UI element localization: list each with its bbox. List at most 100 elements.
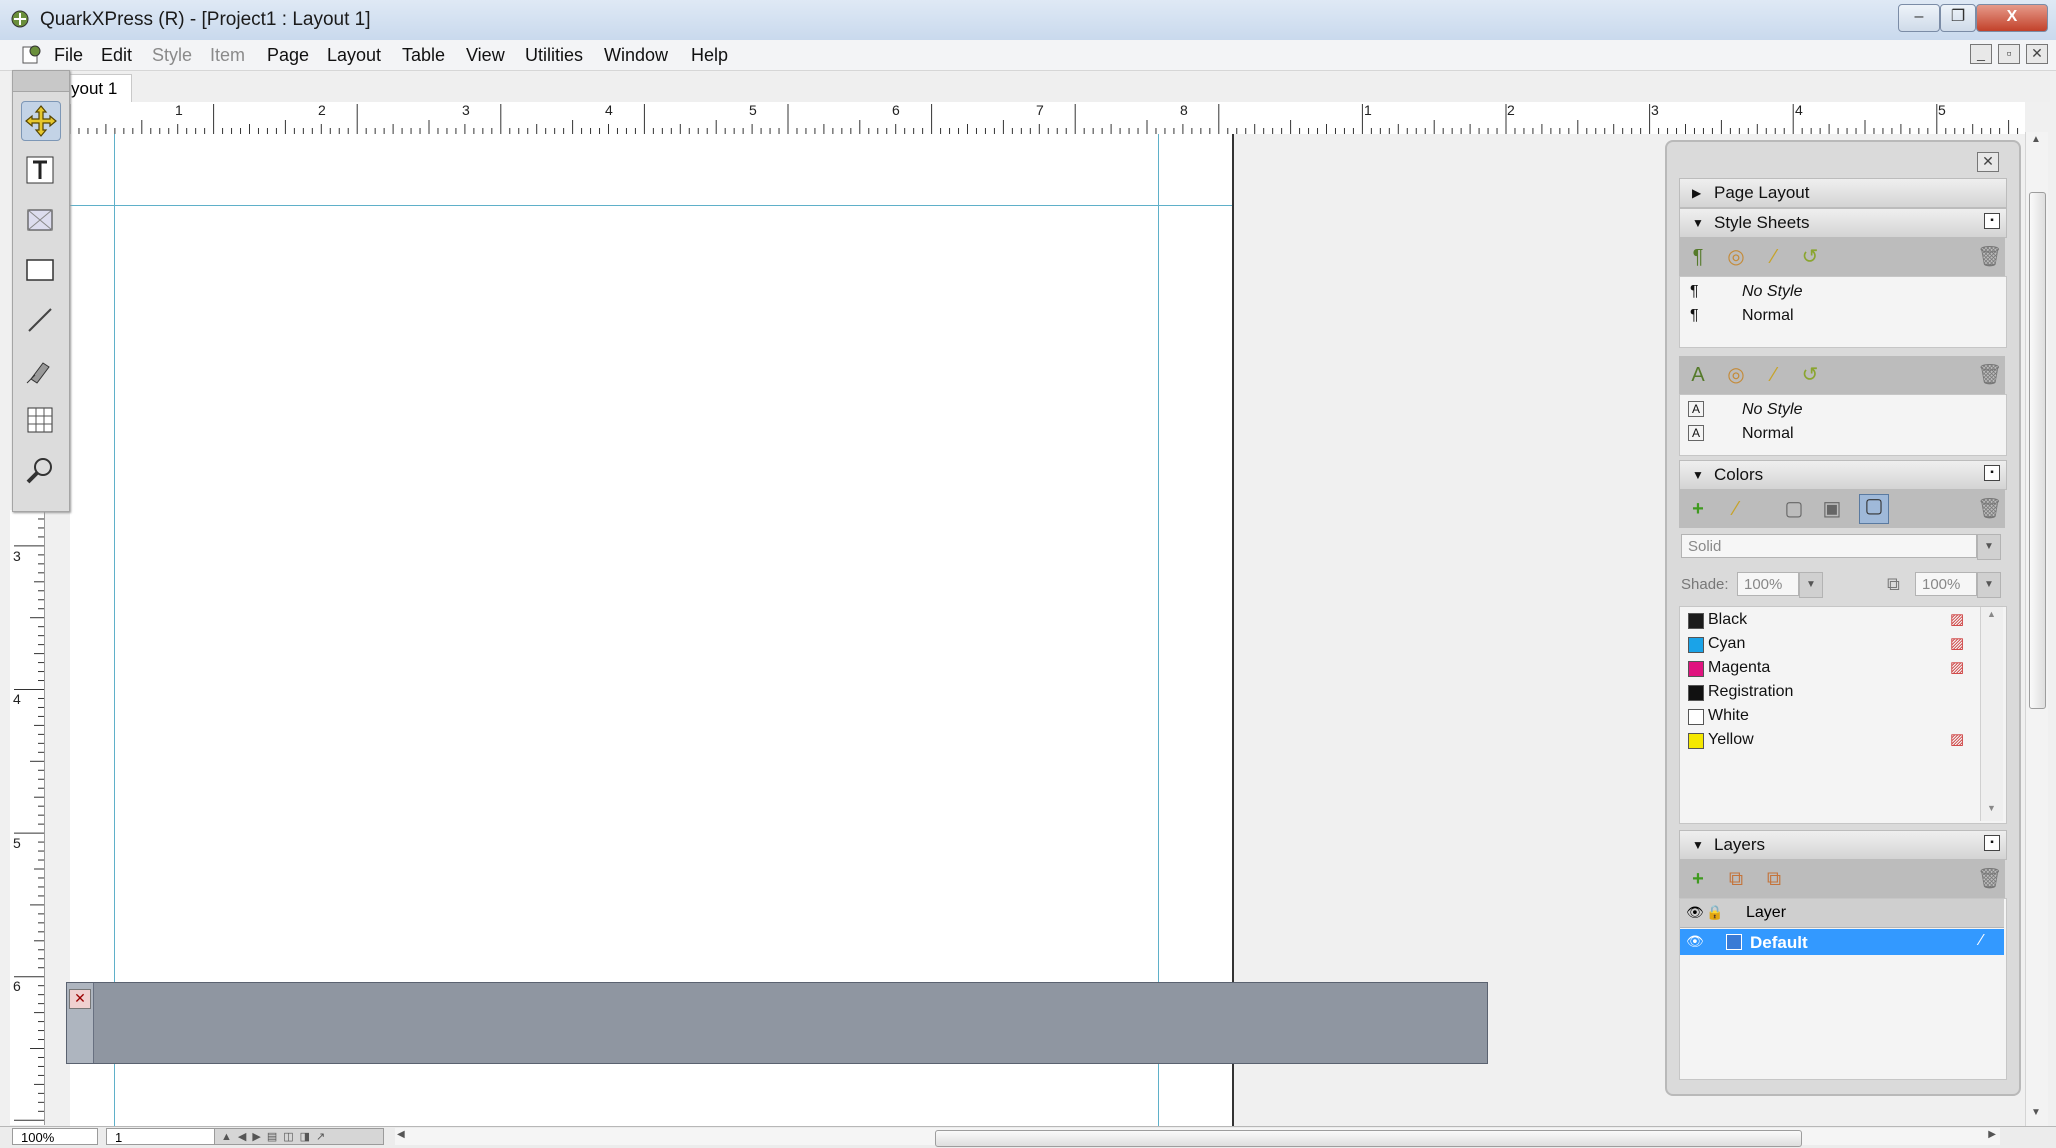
move-item-to-layer-icon[interactable]: ⧉ (1725, 868, 1747, 890)
color-item-black[interactable]: Black (1708, 611, 1747, 629)
color-item-white[interactable]: White (1708, 707, 1749, 725)
menu-edit[interactable]: Edit (101, 45, 132, 66)
merge-layers-icon[interactable]: ⧉ (1763, 868, 1785, 890)
shade-field[interactable]: 100% (1737, 572, 1799, 596)
visibility-eye-icon[interactable]: 👁 (1686, 933, 1704, 950)
text-content-tool-icon[interactable] (21, 151, 59, 189)
restore-button[interactable]: ❐ (1940, 4, 1976, 32)
duplicate-style-icon[interactable]: ◎ (1725, 246, 1747, 268)
page-nav-controls[interactable]: ▲ ◀ ▶ ▤ ◫ ◨ ↗ (214, 1128, 384, 1145)
new-layer-icon[interactable]: + (1687, 868, 1709, 890)
palette-menu-icon[interactable]: ▪ (1984, 835, 2000, 851)
palette-menu-icon[interactable]: ▪ (1984, 213, 2000, 229)
update-style-icon[interactable]: ↺ (1799, 246, 1821, 268)
color-type-dropdown-icon[interactable]: ▼ (1977, 534, 2001, 560)
menu-style[interactable]: Style (152, 45, 192, 66)
document-menu-icon[interactable] (20, 44, 42, 66)
color-item-registration[interactable]: Registration (1708, 683, 1793, 701)
view-single-icon[interactable]: ▤ (267, 1130, 277, 1143)
measurements-close-button[interactable]: ✕ (69, 989, 91, 1009)
menu-utilities[interactable]: Utilities (525, 45, 583, 66)
menu-view[interactable]: View (466, 45, 505, 66)
color-type-select[interactable]: Solid (1681, 534, 1977, 558)
palette-menu-icon[interactable]: ▪ (1984, 465, 2000, 481)
layers-header[interactable]: ▼ Layers ▪ (1679, 830, 2007, 860)
opacity-field[interactable]: 100% (1915, 572, 1977, 596)
rectangle-box-tool-icon[interactable] (21, 251, 59, 289)
table-tool-icon[interactable] (21, 401, 59, 439)
scroll-down-arrow-icon[interactable]: ▼ (2031, 1107, 2041, 1118)
doc-close-button[interactable]: ✕ (2026, 44, 2048, 64)
doc-restore-button[interactable]: ▫ (1998, 44, 2020, 64)
delete-layer-icon[interactable]: 🗑 (1977, 868, 2002, 890)
toolbox-titlebar[interactable] (13, 71, 69, 92)
background-color-icon[interactable]: ▢ (1859, 494, 1889, 524)
zoom-field[interactable]: 100% (12, 1128, 98, 1145)
delete-style-icon[interactable]: 🗑 (1977, 246, 2002, 268)
page-up-icon[interactable]: ▲ (221, 1131, 232, 1143)
menu-layout[interactable]: Layout (327, 45, 381, 66)
close-button[interactable]: X (1976, 4, 2048, 32)
picture-content-tool-icon[interactable] (21, 201, 59, 239)
new-character-style-icon[interactable]: A (1687, 364, 1709, 386)
menu-help[interactable]: Help (691, 45, 728, 66)
color-item-magenta[interactable]: Magenta (1708, 659, 1770, 677)
view-split-icon[interactable]: ◨ (300, 1130, 310, 1143)
delete-color-icon[interactable]: 🗑 (1977, 498, 2002, 520)
paragraph-style-item[interactable]: Normal (1742, 307, 1794, 325)
vertical-ruler[interactable] (10, 509, 45, 1125)
edit-color-icon[interactable]: ⁄ (1725, 498, 1747, 520)
colors-header[interactable]: ▼ Colors ▪ (1679, 460, 2007, 490)
frame-color-icon[interactable]: ▢ (1783, 498, 1805, 520)
menu-window[interactable]: Window (604, 45, 668, 66)
menu-item[interactable]: Item (210, 45, 245, 66)
edit-style-icon[interactable]: ⁄ (1763, 246, 1785, 268)
zoom-tool-icon[interactable] (21, 451, 59, 489)
duplicate-style-icon[interactable]: ◎ (1725, 364, 1747, 386)
page-layout-header[interactable]: ▶ Page Layout (1679, 178, 2007, 208)
character-style-item[interactable]: No Style (1742, 401, 1802, 419)
scroll-left-arrow-icon[interactable]: ◀ (397, 1129, 405, 1140)
pen-tool-icon[interactable] (21, 351, 59, 389)
app-icon[interactable] (10, 9, 30, 29)
update-style-icon[interactable]: ↺ (1799, 364, 1821, 386)
next-page-icon[interactable]: ▶ (252, 1130, 260, 1143)
measurements-palette[interactable]: ✕ (66, 982, 1488, 1064)
scroll-up-arrow-icon[interactable]: ▲ (2031, 134, 2041, 145)
style-sheets-header[interactable]: ▼ Style Sheets ▪ (1679, 208, 2007, 238)
opacity-dropdown-icon[interactable]: ▼ (1977, 572, 2001, 598)
horizontal-scroll-thumb[interactable] (935, 1130, 1802, 1147)
menu-page[interactable]: Page (267, 45, 309, 66)
doc-minimize-button[interactable]: _ (1970, 44, 1992, 64)
colors-list-scrollbar[interactable]: ▲ ▼ (1980, 607, 2003, 821)
color-item-yellow[interactable]: Yellow (1708, 731, 1754, 749)
vertical-scrollbar[interactable]: ▲ ▼ (2025, 132, 2048, 1126)
layout-page[interactable] (70, 134, 1234, 1126)
menu-table[interactable]: Table (402, 45, 445, 66)
minimize-button[interactable]: – (1898, 4, 1940, 32)
scroll-thumb[interactable] (2029, 192, 2046, 709)
color-item-cyan[interactable]: Cyan (1708, 635, 1745, 653)
line-tool-icon[interactable] (21, 301, 59, 339)
previous-page-icon[interactable]: ◀ (238, 1130, 246, 1143)
text-color-icon[interactable]: ▣ (1821, 498, 1843, 520)
scroll-right-arrow-icon[interactable]: ▶ (1988, 1129, 1996, 1140)
scroll-up-arrow-icon[interactable]: ▲ (1987, 609, 1996, 619)
new-color-icon[interactable]: + (1687, 498, 1709, 520)
layer-row-default[interactable]: 👁 Default ⁄ (1680, 929, 2004, 955)
edit-style-icon[interactable]: ⁄ (1763, 364, 1785, 386)
character-style-item[interactable]: Normal (1742, 425, 1794, 443)
delete-style-icon[interactable]: 🗑 (1977, 364, 2002, 386)
paragraph-style-item[interactable]: No Style (1742, 283, 1802, 301)
shade-dropdown-icon[interactable]: ▼ (1799, 572, 1823, 598)
view-spread-icon[interactable]: ◫ (283, 1130, 293, 1143)
item-tool-icon[interactable] (21, 101, 61, 141)
edit-layer-pencil-icon[interactable]: ⁄ (1980, 932, 1983, 950)
export-icon[interactable]: ↗ (316, 1130, 325, 1143)
horizontal-ruler[interactable] (69, 102, 2025, 135)
new-paragraph-style-icon[interactable]: ¶ (1687, 246, 1709, 268)
tab-layout-1[interactable]: yout 1 (60, 74, 132, 102)
menu-file[interactable]: File (54, 45, 83, 66)
page-number-field[interactable]: 1 (106, 1128, 216, 1145)
palette-close-button[interactable]: ✕ (1977, 152, 1999, 172)
